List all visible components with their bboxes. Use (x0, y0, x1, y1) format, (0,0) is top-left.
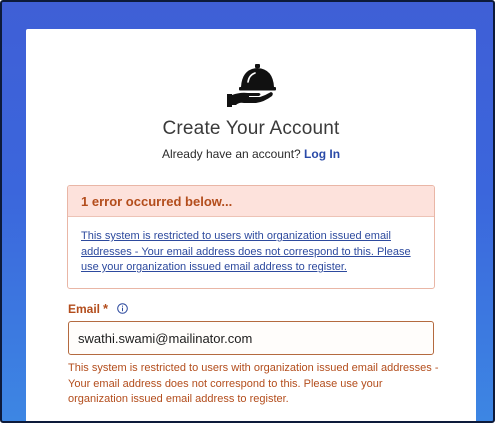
email-field[interactable] (68, 321, 434, 355)
app-frame: Create Your Account Already have an acco… (0, 0, 495, 423)
login-link[interactable]: Log In (304, 147, 340, 161)
error-summary-heading: 1 error occurred below... (68, 186, 434, 217)
email-label-text: Email (68, 301, 101, 316)
required-marker: * (103, 301, 109, 316)
error-summary-link[interactable]: This system is restricted to users with … (68, 217, 434, 276)
info-icon[interactable] (117, 303, 128, 314)
account-prompt-text: Already have an account? (161, 147, 301, 161)
page-title: Create Your Account (162, 118, 340, 139)
email-error-message: This system is restricted to users with … (68, 362, 439, 405)
error-summary-alert: 1 error occurred below... This system is… (67, 185, 435, 289)
serving-cloche-icon (226, 61, 278, 109)
email-label: Email * (68, 301, 128, 316)
login-prompt: Already have an account? Log In (26, 147, 476, 161)
signup-card: Create Your Account Already have an acco… (26, 29, 476, 421)
